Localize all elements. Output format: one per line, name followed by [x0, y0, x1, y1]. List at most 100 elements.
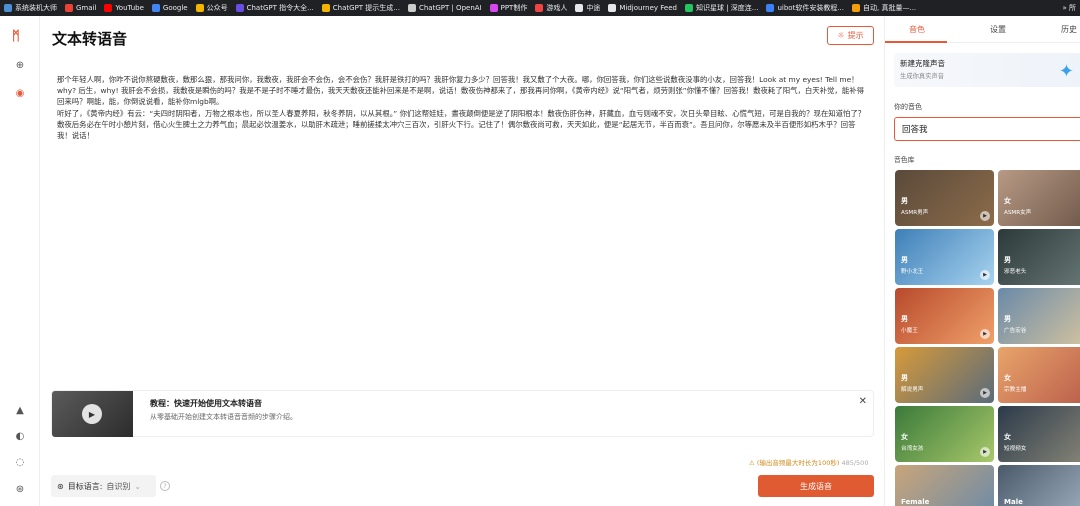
bookmark-icon [65, 4, 73, 12]
bookmark-label: Midjourney Feed [619, 4, 677, 12]
globe-small-icon: ⊛ [57, 481, 64, 491]
bookmark-icon [535, 4, 544, 12]
voice-icon[interactable]: ◉ [14, 87, 26, 99]
bookmark-item[interactable]: YouTube [104, 4, 144, 12]
bookmark-label: 中途 [586, 4, 601, 12]
clone-title: 新建克隆声音 [900, 59, 945, 68]
help-icon[interactable]: ? [160, 481, 170, 491]
voice-card[interactable]: 男 ASMR男声 ▶ [895, 170, 994, 226]
sparkle-icon: ✦ [1058, 61, 1074, 82]
globe-icon[interactable]: ⊛ [14, 483, 26, 495]
clone-voice-card[interactable]: 新建克隆声音 生成你真实声音 ✦ [894, 53, 1080, 87]
bookmark-item[interactable]: ChatGPT | OpenAI [407, 4, 482, 12]
hint-button[interactable]: ☼ 提示 [827, 26, 874, 45]
voice-gender: 男 [1004, 315, 1011, 323]
left-rail: ᛗ ⊕ ◉ ▲ ◐ ◌ ⊛ [0, 16, 40, 506]
voice-name: 宗教主播 [1004, 387, 1027, 393]
voice-card[interactable]: 男邪恶老头▶ [998, 229, 1080, 285]
bookmark-icon [195, 4, 204, 12]
tutorial-thumbnail[interactable]: ▶ [52, 391, 133, 437]
bookmark-icon [608, 4, 617, 12]
bookmark-item[interactable]: Midjourney Feed [608, 4, 677, 12]
bookmark-item[interactable]: 知识星球 | 深度连... [685, 3, 758, 13]
discord-icon[interactable]: ◐ [14, 430, 26, 442]
voice-gender: 男 [901, 315, 908, 323]
play-icon[interactable]: ▶ [980, 329, 990, 339]
target-language-select[interactable]: ⊛ 目标语言: 自识别 ⌄ [51, 475, 156, 497]
play-icon[interactable]: ▶ [980, 211, 990, 221]
notification-icon[interactable]: ▲ [14, 404, 26, 416]
bookmark-label: 系统装机大师 [15, 4, 57, 12]
target-language-value: 自识别 [106, 481, 131, 491]
voice-card[interactable]: 女短视频女▶ [998, 406, 1080, 462]
bookmark-label: ChatGPT 提示生成... [332, 4, 400, 12]
close-icon[interactable]: ✕ [859, 396, 867, 407]
bookmark-item[interactable]: 系统装机大师 [4, 3, 57, 13]
voice-card[interactable]: 男解说男声 ▶ [895, 347, 994, 403]
voice-name: ASMR女声 [1004, 210, 1032, 216]
voice-gender: 女 [1004, 197, 1011, 205]
bookmark-item[interactable]: ChatGPT 指令大全... [235, 3, 314, 13]
app-logo[interactable]: ᛗ [12, 29, 20, 44]
voice-gender: 女 [901, 433, 908, 441]
voice-card[interactable]: 男野小北王 ▶ [895, 229, 994, 285]
tab-settings[interactable]: 设置 [990, 24, 1006, 35]
your-voice-label: 你的音色 [894, 103, 922, 111]
content-paragraph: 那个年轻人啊，你咋不说你熬硬敷夜，敷那么狠，那我问你，我敷夜，我肝会不会伤，会不… [57, 75, 864, 107]
voice-card[interactable]: 女ASMR女声▶ [998, 170, 1080, 226]
bookmark-icon [407, 4, 416, 12]
bookmark-item[interactable]: 中途 [575, 3, 600, 13]
voice-card[interactable]: Male▶ [998, 465, 1080, 506]
play-icon[interactable]: ▶ [980, 388, 990, 398]
bookmark-item[interactable]: PPT制作 [489, 3, 528, 13]
voice-card[interactable]: 男广告宏谷▶ [998, 288, 1080, 344]
active-tab-indicator [885, 41, 947, 43]
char-count: 485/500 [841, 459, 869, 467]
tab-voice[interactable]: 音色 [909, 24, 925, 35]
tab-history[interactable]: 历史 [1061, 24, 1077, 35]
bookmark-label: 知识星球 | 深度连... [696, 4, 759, 12]
bookmark-icon [151, 4, 160, 12]
voice-name: 短视频女 [1004, 446, 1027, 452]
play-icon[interactable]: ▶ [82, 404, 102, 424]
voice-gender: 男 [901, 256, 908, 264]
voice-name: 野小北王 [901, 269, 924, 275]
bookmark-icon [4, 4, 12, 12]
bookmarks-bar: 系统装机大师 Gmail YouTube Google 公众号 ChatGPT 指令大全.… [0, 0, 1080, 16]
tutorial-card[interactable]: ▶ 教程：快速开始使用文本转语音 从零基础开始创建文本转语音音频的步骤介绍。 ✕ [51, 390, 874, 437]
hint-label: 提示 [847, 31, 864, 40]
bookmark-label: PPT制作 [500, 4, 528, 12]
voice-library-label: 音色库 [894, 156, 915, 164]
bookmark-item[interactable]: uibot软件安装教程... [766, 3, 844, 13]
bookmark-label: 游戏人 [546, 4, 568, 12]
generate-speech-button[interactable]: 生成语音 [758, 475, 874, 497]
voice-card[interactable]: 女台湾女孩 ▶ [895, 406, 994, 462]
voice-gender: 男 [901, 374, 908, 382]
voice-card[interactable]: Female▶ [895, 465, 994, 506]
voice-gender: 男 [1004, 256, 1011, 264]
voice-card[interactable]: 男小魔王 ▶ [895, 288, 994, 344]
bookmark-label: YouTube [115, 4, 144, 12]
your-voice-input[interactable]: 回答我 [894, 117, 1080, 141]
bookmark-item[interactable]: ChatGPT 提示生成... [321, 3, 400, 13]
bookmarks-overflow[interactable]: » 所 [1056, 0, 1076, 16]
bookmark-item[interactable]: Google [151, 4, 188, 12]
play-icon[interactable]: ▶ [980, 270, 990, 280]
bookmark-label: 公众号 [206, 4, 228, 12]
translate-icon[interactable]: ⊕ [14, 59, 26, 71]
target-language-label: 目标语言: [67, 481, 103, 491]
bookmark-item[interactable]: 自动, 真批量—... [852, 3, 916, 13]
play-icon[interactable]: ▶ [980, 447, 990, 457]
bookmark-item[interactable]: 游戏人 [535, 3, 567, 13]
bookmark-item[interactable]: Gmail [65, 4, 96, 12]
clone-subtitle: 生成你真实声音 [900, 73, 945, 80]
text-input-area[interactable]: 那个年轻人啊，你咋不说你熬硬敷夜，敷那么狠，那我问你，我敷夜，我肝会不会伤，会不… [57, 74, 867, 141]
voice-gender: 男 [901, 197, 908, 205]
limit-warning: ⚠ (输出音频最大时长为100秒) 485/500 [749, 457, 868, 467]
voice-card[interactable]: 女宗教主播▶ [998, 347, 1080, 403]
bookmark-item[interactable]: 公众号 [195, 3, 228, 13]
voice-panel: 音色 设置 历史 新建克隆声音 生成你真实声音 ✦ 你的音色 回答我 音色库 男… [884, 16, 1080, 506]
chat-icon[interactable]: ◌ [14, 456, 26, 468]
tutorial-description: 从零基础开始创建文本转语音音频的步骤介绍。 [150, 413, 297, 421]
voice-name: 小魔王 [901, 328, 918, 334]
